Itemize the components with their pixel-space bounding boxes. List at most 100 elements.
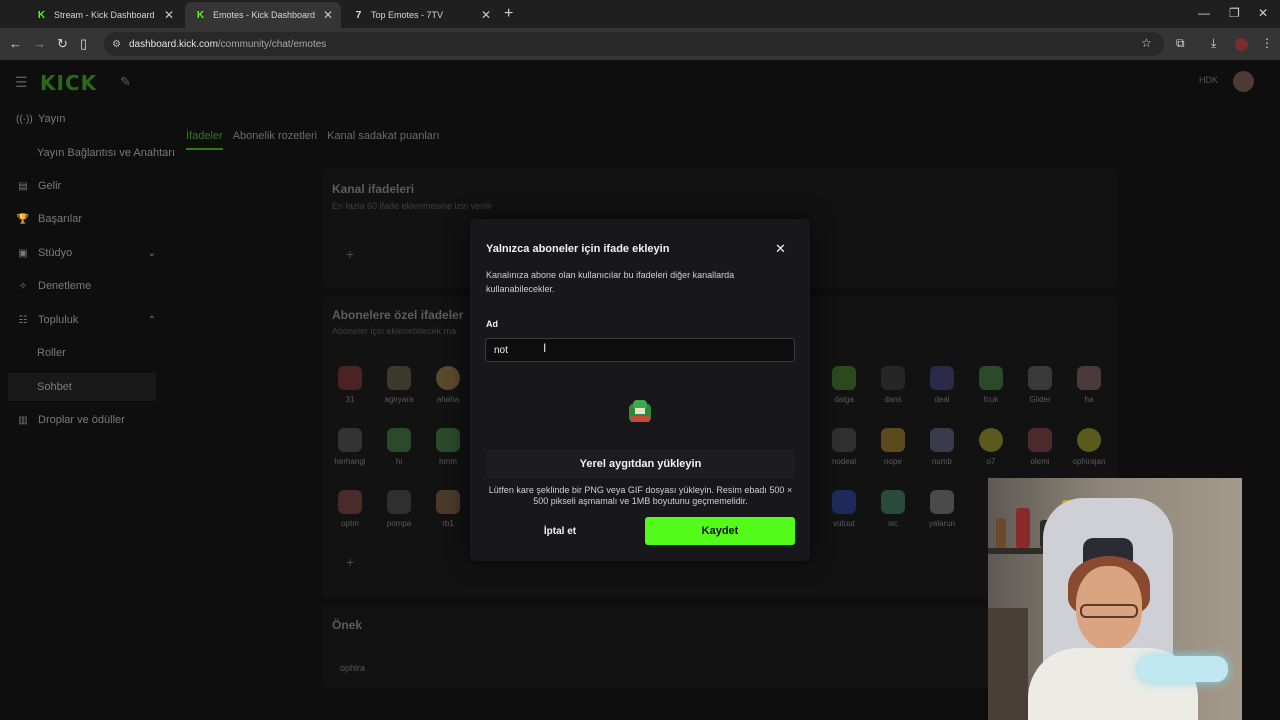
emote-item[interactable]: rb1: [426, 490, 470, 528]
sidebar-item-label: Denetleme: [38, 280, 92, 292]
address-bar[interactable]: ⚙ dashboard.kick.com /community/chat/emo…: [104, 32, 1164, 56]
url-path: /community/chat/emotes: [217, 38, 327, 50]
pin-icon[interactable]: ✎: [120, 74, 131, 90]
extensions-icon[interactable]: ⧉: [1176, 36, 1185, 51]
sidebar-item-sohbet[interactable]: Sohbet: [8, 373, 156, 401]
webcam-overlay: [988, 478, 1242, 720]
sidebar-item-label: Stüdyo: [38, 247, 73, 259]
community-icon: ☷: [18, 314, 28, 326]
emote-item[interactable]: Glider: [1018, 366, 1062, 404]
kick-logo[interactable]: KICK: [40, 71, 97, 95]
sidebar-item-stream-key[interactable]: Yayın Bağlantısı ve Anahtarı: [16, 141, 186, 165]
site-info-icon[interactable]: ⚙: [112, 39, 121, 50]
emote-item[interactable]: fcuk: [969, 366, 1013, 404]
emote-name-input[interactable]: [485, 338, 795, 362]
emote-item[interactable]: 31: [328, 366, 372, 404]
emote-item[interactable]: o7: [969, 428, 1013, 466]
download-icon[interactable]: ⤓: [1211, 36, 1216, 51]
sidebar-item-yayin[interactable]: ((·)) Yayın: [16, 107, 164, 131]
sidebar-item-droplar[interactable]: ▥ Droplar ve ödüller: [16, 408, 164, 432]
broadcast-icon: ((·)): [16, 113, 33, 125]
sidebar-item-topluluk[interactable]: ☷ Topluluk ⌃: [16, 308, 164, 332]
emote-item[interactable]: herhangi: [328, 428, 372, 466]
emote-item[interactable]: numb: [920, 428, 964, 466]
chevron-down-icon: ⌄: [147, 247, 156, 259]
close-icon[interactable]: ✕: [775, 241, 786, 257]
emote-item[interactable]: hmm: [426, 428, 470, 466]
add-emote-button[interactable]: +: [346, 246, 354, 262]
add-emote-button[interactable]: +: [346, 554, 354, 570]
sidebar-item-label: Sohbet: [37, 381, 72, 393]
emote-item[interactable]: olemi: [1018, 428, 1062, 466]
browser-tab-7tv[interactable]: 7 Top Emotes - 7TV ✕: [343, 2, 499, 28]
bookmark-star-icon[interactable]: ☆: [1141, 36, 1152, 50]
cancel-button[interactable]: İptal et: [486, 517, 634, 545]
browser-tab-stream[interactable]: K Stream - Kick Dashboard ✕: [26, 2, 182, 28]
window-close-icon[interactable]: ✕: [1258, 6, 1268, 20]
back-icon[interactable]: ←: [9, 36, 22, 51]
emote-item[interactable]: ahaha: [426, 366, 470, 404]
emote-preview-image: [629, 400, 651, 422]
reload-icon[interactable]: ↻: [57, 36, 68, 52]
chevron-up-icon: ⌃: [147, 314, 156, 326]
emote-item[interactable]: dalga: [822, 366, 866, 404]
minimize-icon[interactable]: —: [1198, 6, 1210, 20]
tab-ifadeler[interactable]: İfadeler: [186, 130, 223, 150]
forward-icon[interactable]: →: [33, 36, 46, 51]
kick-icon: K: [196, 9, 205, 21]
close-icon[interactable]: ✕: [481, 8, 491, 22]
emote-item[interactable]: dans: [871, 366, 915, 404]
browser-tabstrip: K Stream - Kick Dashboard ✕ K Emotes - K…: [0, 0, 1280, 28]
sidebar-item-denetleme[interactable]: ✧ Denetleme: [16, 274, 164, 298]
tab-title: Top Emotes - 7TV: [371, 10, 444, 20]
card-description: En fazla 60 ifade eklenmesine izin veril…: [332, 201, 493, 211]
emote-item[interactable]: pompa: [377, 490, 421, 528]
card-title: Abonelere özel ifadeler: [332, 308, 464, 322]
tab-title: Stream - Kick Dashboard: [54, 10, 155, 20]
sidebar-item-basarilar[interactable]: 🏆 Başarılar: [16, 207, 164, 231]
sidebar-item-label: Topluluk: [38, 314, 79, 326]
emote-item[interactable]: vutuut: [822, 490, 866, 528]
user-avatar[interactable]: [1233, 71, 1254, 92]
add-sub-emote-modal: Yalnızca aboneler için ifade ekleyin ✕ K…: [470, 219, 810, 561]
browser-tab-emotes[interactable]: K Emotes - Kick Dashboard ✕: [185, 2, 341, 28]
emote-item[interactable]: nope: [871, 428, 915, 466]
name-label: Ad: [486, 319, 498, 329]
side-panel-icon[interactable]: ▯: [80, 36, 87, 52]
sidebar-item-roller[interactable]: Roller: [16, 341, 164, 365]
browser-toolbar: ← → ↻ ▯ ⚙ dashboard.kick.com /community/…: [0, 28, 1280, 60]
tab-subscriber-badges[interactable]: Abonelik rozetleri: [233, 130, 317, 150]
modal-title: Yalnızca aboneler için ifade ekleyin: [486, 243, 670, 255]
sidebar-item-label: Droplar ve ödüller: [38, 414, 125, 426]
sidebar-item-studyo[interactable]: ▣ Stüdyo ⌄: [16, 241, 164, 265]
drops-icon: ▥: [18, 414, 28, 426]
emote-tabs: İfadeler Abonelik rozetleri Kanal sadaka…: [186, 130, 450, 150]
trophy-icon: 🏆: [16, 213, 30, 225]
modal-subtitle: Kanalınıza abone olan kullanıcılar bu if…: [486, 270, 735, 294]
new-tab-button[interactable]: +: [504, 5, 513, 23]
upload-local-button[interactable]: Yerel aygıtdan yükleyin: [486, 450, 795, 478]
emote-item[interactable]: wc: [871, 490, 915, 528]
tab-loyalty-points[interactable]: Kanal sadakat puanları: [327, 130, 440, 150]
profile-avatar[interactable]: [1235, 38, 1248, 51]
emote-item[interactable]: hi: [377, 428, 421, 466]
card-title: Kanal ifadeleri: [332, 182, 415, 196]
emote-item[interactable]: ophirajan: [1067, 428, 1111, 466]
save-button[interactable]: Kaydet: [645, 517, 795, 545]
emote-item[interactable]: deal: [920, 366, 964, 404]
close-icon[interactable]: ✕: [323, 8, 333, 22]
card-title: Önek: [332, 618, 363, 632]
sidebar-item-label: Yayın Bağlantısı ve Anahtarı: [37, 147, 175, 159]
emote-item[interactable]: ha: [1067, 366, 1111, 404]
emote-item[interactable]: agiryara: [377, 366, 421, 404]
emote-item[interactable]: nodeal: [822, 428, 866, 466]
maximize-icon[interactable]: ❐: [1229, 6, 1240, 20]
emote-item[interactable]: optm: [328, 490, 372, 528]
menu-icon[interactable]: ⋮: [1261, 36, 1273, 50]
text-cursor-icon: I: [543, 341, 547, 355]
emote-item[interactable]: yalarun: [920, 490, 964, 528]
close-icon[interactable]: ✕: [164, 8, 174, 22]
sidebar-item-gelir[interactable]: ▤ Gelir: [16, 174, 164, 198]
hamburger-icon[interactable]: ☰: [15, 74, 28, 91]
hdk-icon[interactable]: HDK: [1199, 75, 1218, 85]
